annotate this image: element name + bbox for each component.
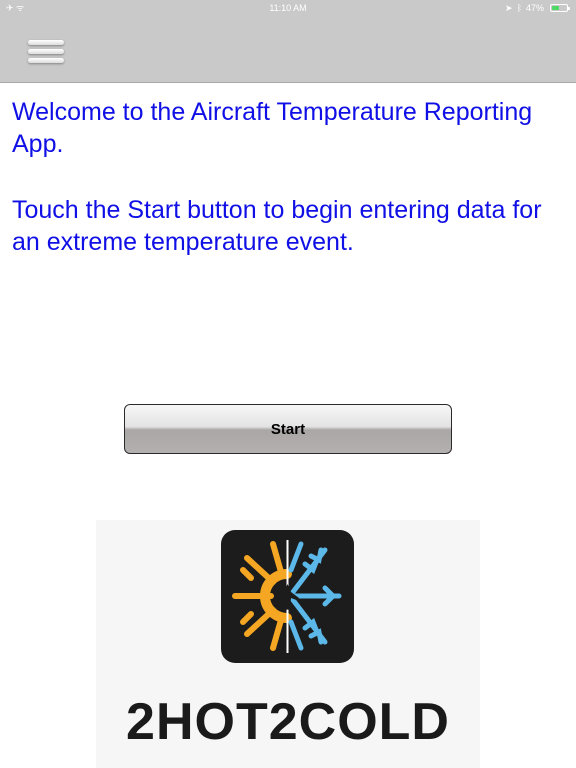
hamburger-line xyxy=(28,49,64,54)
hamburger-line xyxy=(28,40,64,45)
app-logo: 2HOT2COLD xyxy=(96,520,480,768)
sun-snowflake-airplane-icon xyxy=(221,530,354,663)
status-time: 11:10 AM xyxy=(269,3,307,13)
battery-icon xyxy=(550,4,570,12)
battery-percent: 47% xyxy=(525,3,544,13)
logo-text: 2HOT2COLD xyxy=(126,693,450,751)
bluetooth-icon: ᛒ xyxy=(516,3,522,13)
hamburger-line xyxy=(28,58,64,63)
welcome-text: Welcome to the Aircraft Temperature Repo… xyxy=(12,98,533,158)
welcome-message: Welcome to the Aircraft Temperature Repo… xyxy=(12,96,568,258)
battery-tip xyxy=(568,7,570,10)
instruction-text: Touch the Start button to begin entering… xyxy=(12,196,542,256)
hamburger-menu-icon[interactable] xyxy=(28,38,64,66)
status-right: ➤ ᛒ 47% xyxy=(505,0,570,16)
navigation-bar xyxy=(0,16,576,83)
battery-fill xyxy=(552,6,559,10)
location-icon: ➤ xyxy=(505,3,513,13)
status-bar: ✈ ᯤ 11:10 AM ➤ ᛒ 47% xyxy=(0,0,576,16)
start-button[interactable]: Start xyxy=(124,404,452,454)
